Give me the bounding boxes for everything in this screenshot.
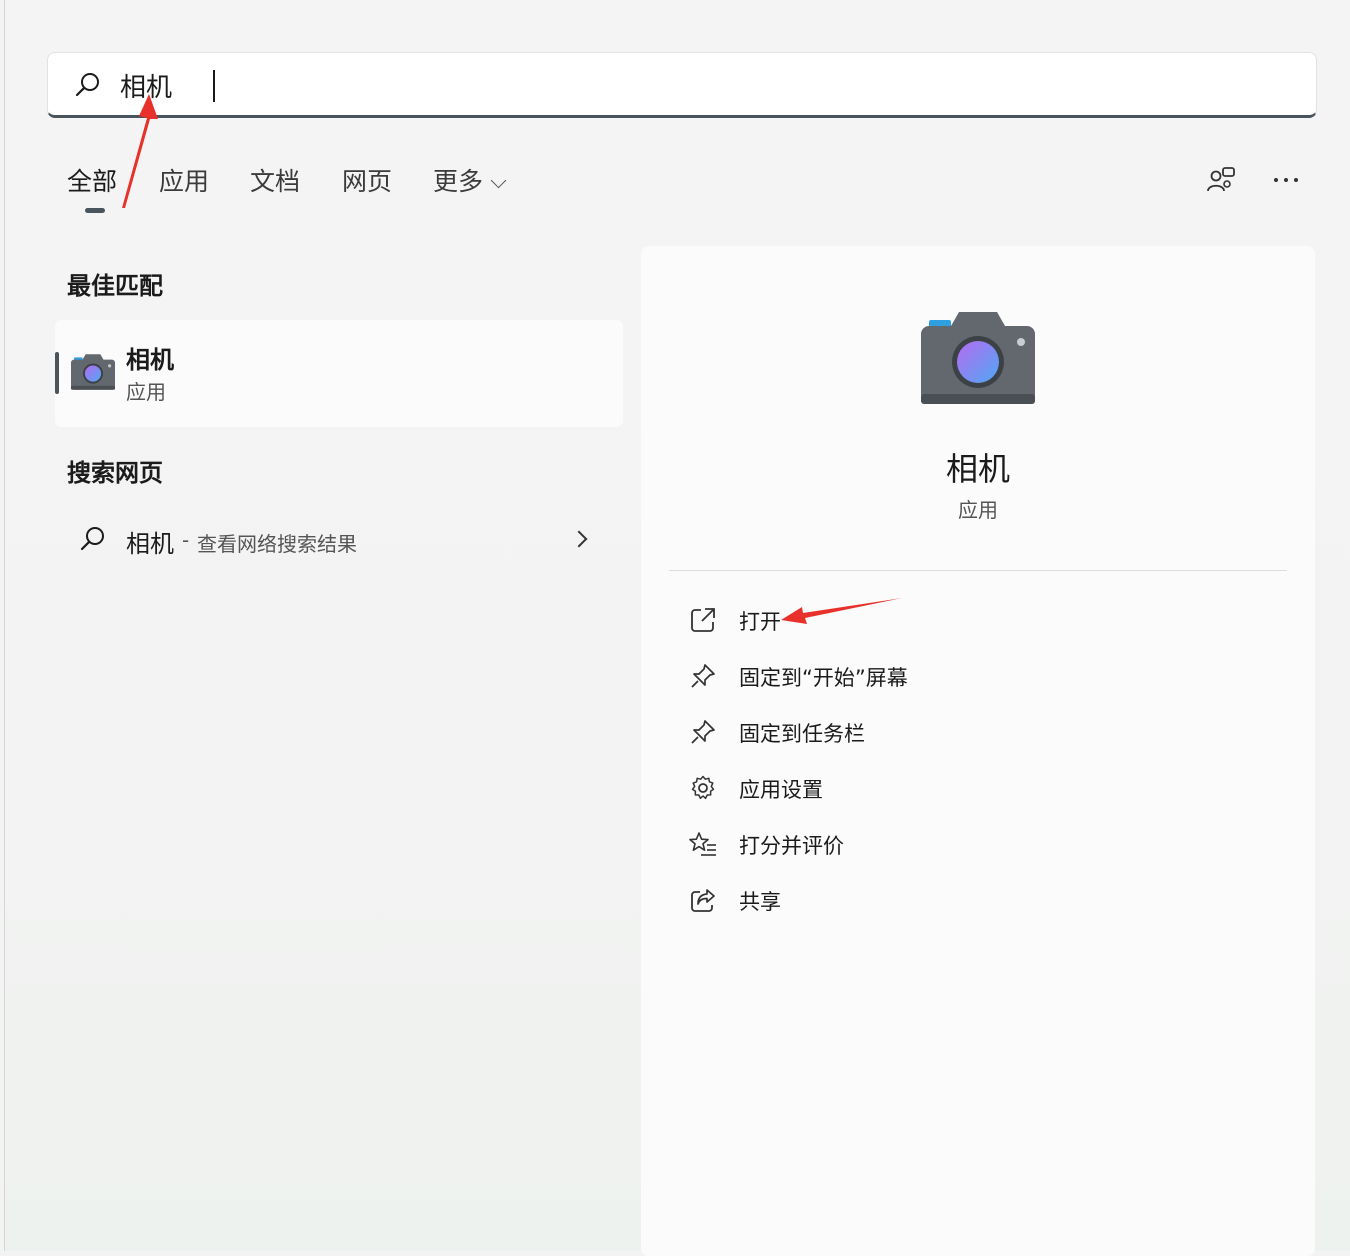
open-button[interactable]: 打开 (681, 598, 1241, 642)
chevron-down-icon (490, 172, 507, 189)
search-input[interactable] (120, 65, 1220, 105)
camera-icon (71, 354, 115, 390)
tab-more[interactable]: 更多 (433, 162, 507, 198)
app-name: 相机 (126, 346, 174, 374)
share-icon (691, 889, 715, 912)
rate-and-review-button[interactable]: 打分并评价 (681, 822, 1241, 866)
search-window: 全部 应用 文档 网页 更多 最佳匹配 (4, 0, 1350, 1256)
more-options-icon[interactable] (1270, 164, 1302, 196)
detail-subtitle: 应用 (958, 498, 998, 522)
tab-documents[interactable]: 文档 (250, 162, 300, 198)
action-label: 固定到“开始”屏幕 (739, 666, 908, 690)
tab-all[interactable]: 全部 (67, 162, 118, 213)
web-search-heading: 搜索网页 (67, 459, 163, 487)
pin-to-taskbar-button[interactable]: 固定到任务栏 (681, 710, 1241, 754)
tab-label: 文档 (250, 167, 301, 196)
tab-label: 应用 (159, 167, 210, 196)
tab-web[interactable]: 网页 (342, 162, 392, 198)
share-button[interactable]: 共享 (681, 878, 1241, 922)
app-settings-button[interactable]: 应用设置 (681, 766, 1241, 810)
web-description: 查看网络搜索结果 (197, 532, 357, 556)
tab-label: 网页 (342, 167, 393, 196)
chevron-right-icon (570, 530, 588, 548)
star-list-icon (689, 832, 716, 856)
selection-indicator (55, 352, 59, 394)
action-label: 应用设置 (739, 778, 823, 802)
text-caret (213, 70, 215, 102)
divider (669, 570, 1287, 571)
search-box[interactable] (47, 52, 1317, 118)
tab-label: 更多 (433, 167, 484, 196)
web-separator: - (182, 528, 190, 552)
detail-panel: 相机 应用 打开 固定到“开始”屏幕 固定到任务栏 应用设置 打分并评价 共享 (641, 246, 1315, 1256)
pin-icon (691, 720, 715, 744)
tab-label: 全部 (67, 167, 118, 196)
tab-apps[interactable]: 应用 (159, 162, 209, 198)
detail-title: 相机 (945, 450, 1010, 488)
open-external-icon (691, 608, 715, 632)
best-match-heading: 最佳匹配 (67, 272, 163, 300)
account-switch-icon[interactable] (1205, 164, 1237, 196)
action-label: 共享 (739, 890, 781, 914)
pin-to-start-button[interactable]: 固定到“开始”屏幕 (681, 654, 1241, 698)
web-search-result[interactable]: 相机 - 查看网络搜索结果 (55, 510, 623, 570)
best-match-item[interactable]: 相机 应用 (55, 320, 623, 427)
web-query: 相机 (126, 530, 174, 558)
active-tab-indicator (85, 208, 105, 213)
gear-icon (691, 775, 715, 800)
app-type: 应用 (126, 380, 166, 404)
search-icon (80, 527, 104, 551)
search-icon (75, 73, 99, 97)
action-label: 固定到任务栏 (739, 722, 865, 746)
action-label: 打分并评价 (739, 834, 844, 858)
action-label: 打开 (739, 610, 781, 634)
pin-icon (691, 664, 715, 688)
camera-icon (921, 312, 1035, 404)
